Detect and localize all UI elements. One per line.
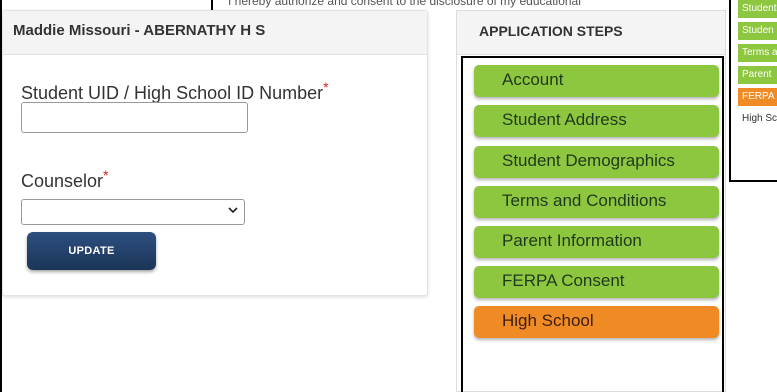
steps-highlight-frame: Account Student Address Student Demograp… xyxy=(461,56,724,392)
mini-step-student[interactable]: Student xyxy=(738,0,777,18)
student-card-header: Maddie Missouri - ABERNATHY H S xyxy=(3,11,427,55)
counselor-select[interactable] xyxy=(21,199,245,225)
required-marker: * xyxy=(103,167,109,183)
counselor-label-text: Counselor xyxy=(21,171,104,191)
update-button[interactable]: UPDATE xyxy=(27,232,156,270)
step-student-address[interactable]: Student Address xyxy=(474,105,719,137)
step-account[interactable]: Account xyxy=(474,65,719,97)
consent-text-partial: I hereby authorize and consent to the di… xyxy=(228,0,581,8)
mini-step-parent[interactable]: Parent xyxy=(738,66,777,84)
application-steps-title: APPLICATION STEPS xyxy=(457,11,725,55)
step-high-school[interactable]: High School xyxy=(474,306,719,338)
mini-step-high-school[interactable]: High Sc xyxy=(738,110,777,128)
counselor-label: Counselor* xyxy=(21,167,109,192)
mini-steps-panel: Student Studen Terms a Parent FERPA C Hi… xyxy=(729,0,777,182)
step-ferpa-consent[interactable]: FERPA Consent xyxy=(474,266,719,298)
uid-label-text: Student UID / High School ID Number xyxy=(21,83,324,103)
required-marker: * xyxy=(323,79,329,95)
step-parent-information[interactable]: Parent Information xyxy=(474,226,719,258)
frame-border-divider xyxy=(211,0,213,10)
mini-step-student-2[interactable]: Studen xyxy=(738,22,777,40)
student-card: Maddie Missouri - ABERNATHY H S Student … xyxy=(2,10,428,296)
step-student-demographics[interactable]: Student Demographics xyxy=(474,146,719,178)
frame-border-lower xyxy=(0,296,2,392)
student-uid-input[interactable] xyxy=(21,102,248,133)
chevron-down-icon xyxy=(228,203,238,218)
step-terms-and-conditions[interactable]: Terms and Conditions xyxy=(474,186,719,218)
mini-step-ferpa[interactable]: FERPA C xyxy=(738,88,777,106)
uid-label: Student UID / High School ID Number* xyxy=(21,79,329,104)
mini-step-terms[interactable]: Terms a xyxy=(738,44,777,62)
application-steps-panel: APPLICATION STEPS Account Student Addres… xyxy=(456,10,726,392)
